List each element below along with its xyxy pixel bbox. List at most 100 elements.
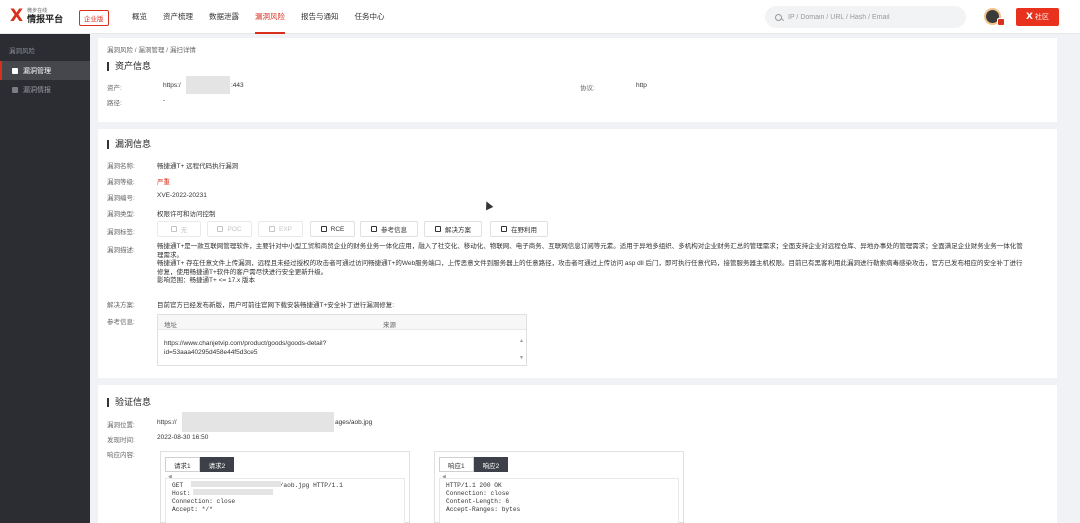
asset-url-prefix: https:/ bbox=[163, 82, 181, 89]
reference-link-line: id=53aaa40295d458e44f5d3ce5 bbox=[164, 349, 258, 356]
vuln-type-label: 漏洞类型: bbox=[107, 211, 135, 218]
vuln-level-label: 漏洞等级: bbox=[107, 179, 135, 186]
code-line: Accept: */* bbox=[172, 506, 213, 513]
tag-label: 解决方案 bbox=[445, 227, 471, 234]
redacted-block bbox=[193, 489, 273, 495]
tab-request-2[interactable]: 请求2 bbox=[199, 457, 235, 472]
main-nav: 概览 资产梳理 数据泄露 漏洞风险 报告与通知 任务中心 bbox=[124, 0, 393, 34]
code-line: Content-Length: 6 bbox=[446, 498, 510, 505]
response-content: HTTP/1.1 200 OK Connection: close Conten… bbox=[439, 478, 679, 523]
nav-data-leak[interactable]: 数据泄露 bbox=[201, 0, 247, 34]
verify-section-title: 验证信息 bbox=[107, 398, 151, 407]
logo-title: 情报平台 bbox=[27, 14, 64, 24]
location-suffix: ages/aob.jpg bbox=[335, 419, 373, 426]
tag-label: 参考信息 bbox=[381, 227, 407, 234]
vuln-id: XVE-2022-20231 bbox=[157, 192, 207, 199]
tag-solution[interactable]: 解决方案 bbox=[424, 221, 482, 237]
section-divider bbox=[98, 122, 1057, 129]
desc-paragraph: 畅捷通T+是一款互联网管理软件，主要针对中小型工贸和商贸企业的财务业务一体化应用… bbox=[157, 243, 1023, 259]
tag-none: 无 bbox=[157, 221, 201, 237]
section-divider bbox=[98, 378, 1057, 385]
document-icon bbox=[435, 226, 441, 232]
search-box[interactable] bbox=[765, 6, 966, 28]
request-panel: 请求1 请求2 ◀ GET /aob.jpg HTTP/1.1 Host: 3 … bbox=[160, 451, 410, 523]
vuln-desc-label: 漏洞描述: bbox=[107, 247, 135, 254]
grid-icon bbox=[501, 226, 507, 232]
location-prefix: https:// bbox=[157, 419, 177, 426]
solution-label: 解决方案: bbox=[107, 302, 135, 309]
tag-label: EXP bbox=[278, 225, 292, 233]
tab-response-2[interactable]: 响应2 bbox=[473, 457, 509, 472]
brand-logo[interactable]: X 微步在线 情报平台 bbox=[10, 8, 63, 25]
book-icon bbox=[371, 226, 377, 232]
vuln-section-title: 漏洞信息 bbox=[107, 140, 151, 149]
search-input[interactable] bbox=[788, 13, 948, 21]
reference-link[interactable]: https://www.chanjetvip.com/product/goods… bbox=[164, 339, 326, 357]
nav-vuln-risk[interactable]: 漏洞风险 bbox=[247, 0, 293, 34]
vuln-description: 畅捷通T+是一款互联网管理软件，主要针对中小型工贸和商贸企业的财务业务一体化应用… bbox=[157, 243, 1027, 286]
tag-label: POC bbox=[227, 225, 242, 233]
tab-request-1[interactable]: 请求1 bbox=[165, 457, 200, 472]
redacted-block bbox=[186, 76, 230, 94]
location-label: 漏洞位置: bbox=[107, 422, 135, 429]
community-button[interactable]: X 社区 bbox=[1016, 8, 1059, 26]
vuln-tags-label: 漏洞标签: bbox=[107, 229, 135, 236]
sidebar-item-label: 漏洞情报 bbox=[23, 86, 51, 94]
path-value: - bbox=[163, 97, 166, 104]
solution-text: 目前官方已经发布新版，用户可前往官网下载安装畅捷通T+安全补丁进行漏洞修复: bbox=[157, 302, 395, 309]
sidebar-item-vuln-intel[interactable]: 漏洞情报 bbox=[0, 80, 90, 99]
reference-table-header: 地址 来源 bbox=[158, 315, 526, 330]
nav-reports[interactable]: 报告与通知 bbox=[293, 0, 347, 34]
redacted-block bbox=[191, 481, 281, 487]
logo-x-icon: X bbox=[10, 6, 24, 26]
sidebar: 漏洞风险 漏洞管理 漏洞情报 bbox=[0, 34, 90, 523]
code-icon bbox=[268, 226, 275, 232]
vuln-id-label: 漏洞编号: bbox=[107, 195, 135, 202]
vuln-type: 权限许可和访问控制 bbox=[157, 211, 216, 218]
reference-label: 参考信息: bbox=[107, 319, 135, 326]
main-content: 漏洞风险 / 漏洞管理 / 漏扫详情 资产信息 资产: https:/ :443… bbox=[98, 38, 1057, 523]
code-line: Accept-Ranges: bytes bbox=[446, 506, 521, 513]
scrollbar[interactable]: ▲ ▼ bbox=[519, 333, 524, 367]
column-address: 地址 bbox=[164, 322, 177, 329]
code-icon bbox=[217, 226, 224, 232]
code-line: Connection: close bbox=[446, 490, 510, 497]
response-tabs: 响应1 响应2 bbox=[439, 457, 509, 472]
tag-label: 无 bbox=[180, 227, 188, 234]
code-line: HTTP/1.1 200 OK bbox=[446, 482, 502, 489]
reference-table: 地址 来源 https://www.chanjetvip.com/product… bbox=[157, 314, 527, 366]
nav-tasks[interactable]: 任务中心 bbox=[347, 0, 393, 34]
protocol-value: http bbox=[636, 82, 647, 89]
nav-overview[interactable]: 概览 bbox=[124, 0, 155, 34]
column-source: 来源 bbox=[383, 322, 396, 329]
asset-section-title: 资产信息 bbox=[107, 62, 151, 71]
sidebar-title: 漏洞风险 bbox=[9, 48, 35, 55]
document-icon bbox=[12, 86, 18, 93]
found-time-label: 发现时间: bbox=[107, 437, 135, 444]
path-label: 路径: bbox=[107, 100, 122, 107]
tag-label: RCE bbox=[330, 225, 345, 233]
edition-badge: 企业版 bbox=[79, 10, 109, 26]
asset-url-suffix: :443 bbox=[231, 82, 244, 89]
nav-assets[interactable]: 资产梳理 bbox=[155, 0, 201, 34]
sidebar-item-label: 漏洞管理 bbox=[23, 67, 51, 75]
vuln-name-label: 漏洞名称: bbox=[107, 163, 135, 170]
asset-label: 资产: bbox=[107, 85, 122, 92]
breadcrumb: 漏洞风险 / 漏洞管理 / 漏扫详情 bbox=[107, 47, 196, 54]
protocol-label: 协议: bbox=[580, 85, 595, 92]
desc-paragraph: 畅捷通T+ 存在任意文件上传漏洞，远程且未经过授权的攻击者可通过访问畅捷通T+的… bbox=[157, 260, 1023, 276]
sidebar-item-vuln-management[interactable]: 漏洞管理 bbox=[0, 61, 90, 80]
tab-response-1[interactable]: 响应1 bbox=[439, 457, 474, 472]
response-label: 响应内容: bbox=[107, 452, 135, 459]
tag-poc: POC bbox=[207, 221, 252, 237]
tag-rce[interactable]: RCE bbox=[310, 221, 355, 237]
found-time: 2022-08-30 16:50 bbox=[157, 434, 209, 441]
desc-impact: 影响范围：畅捷通T+ <= 17.x 版本 bbox=[157, 277, 256, 285]
tag-in-the-wild[interactable]: 在野利用 bbox=[490, 221, 548, 237]
vuln-name: 畅捷通T+ 远程代码执行漏洞 bbox=[157, 163, 239, 170]
request-tabs: 请求1 请求2 bbox=[165, 457, 235, 472]
tag-reference[interactable]: 参考信息 bbox=[360, 221, 418, 237]
vuln-level: 严重 bbox=[157, 179, 170, 186]
response-panel: 响应1 响应2 ◀ HTTP/1.1 200 OK Connection: cl… bbox=[434, 451, 684, 523]
redacted-block bbox=[182, 412, 334, 432]
